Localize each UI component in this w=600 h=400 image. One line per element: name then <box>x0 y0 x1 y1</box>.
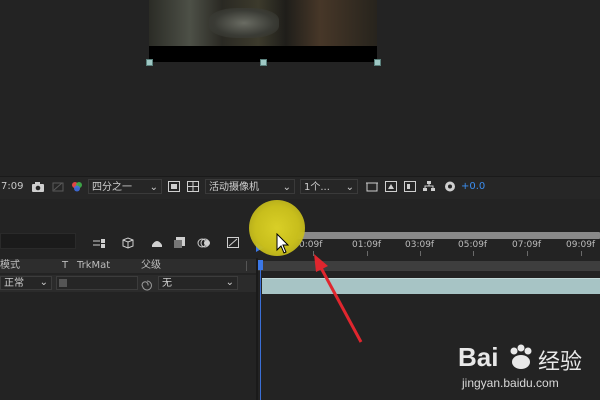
paw-logo-icon <box>510 344 532 369</box>
resolution-value: 四分之一 <box>92 182 132 193</box>
column-separator <box>246 261 247 271</box>
layer-row[interactable]: 正常 ⌄ 无 ⌄ <box>0 275 256 292</box>
ruler-tick <box>420 251 421 256</box>
layer-search-input[interactable] <box>0 233 76 249</box>
blend-mode-value: 正常 <box>4 278 24 289</box>
watermark-brand-suffix: 经验 <box>538 350 583 375</box>
graph-editor-icon[interactable] <box>226 234 240 248</box>
camera-snapshot-icon[interactable] <box>31 180 45 193</box>
parent-dropdown[interactable]: 无 ⌄ <box>158 276 238 290</box>
camera-view-dropdown[interactable]: 活动摄像机 ⌄ <box>205 179 295 194</box>
transform-handle[interactable] <box>374 59 381 66</box>
chevron-down-icon: ⌄ <box>225 277 234 288</box>
chevron-down-icon: ⌄ <box>149 182 158 193</box>
blend-mode-dropdown[interactable]: 正常 ⌄ <box>0 276 52 290</box>
chevron-down-icon: ⌄ <box>345 182 354 193</box>
viewer-toolbar: 7:09 四分之一 ⌄ 活动摄像机 ⌄ 1个... ⌄ +0.0 <box>0 176 600 200</box>
frame-blending-icon[interactable] <box>173 234 187 248</box>
ruler-tick-label: 05:09f <box>458 240 488 250</box>
region-of-interest-icon[interactable] <box>167 180 181 193</box>
pick-whip-icon[interactable] <box>140 277 154 291</box>
layer-column-header: 模式 T TrkMat 父级 <box>0 259 256 273</box>
ruler-tick <box>581 251 582 256</box>
flowchart-icon[interactable] <box>422 180 436 193</box>
current-time-indicator[interactable] <box>260 260 261 400</box>
watermark-brand: Bai <box>458 342 499 372</box>
transform-handle[interactable] <box>260 59 267 66</box>
toggle-pixel-aspect-icon[interactable] <box>365 180 379 193</box>
color-channels-icon[interactable] <box>70 180 84 193</box>
transform-handle[interactable] <box>146 59 153 66</box>
view-layout-dropdown[interactable]: 1个... ⌄ <box>300 179 358 194</box>
ruler-tick <box>527 251 528 256</box>
chevron-down-icon: ⌄ <box>282 182 291 193</box>
reset-exposure-icon[interactable] <box>443 180 457 193</box>
current-time-readout[interactable]: 7:09 <box>1 179 23 195</box>
motion-blur-icon[interactable] <box>197 234 211 248</box>
parent-value: 无 <box>162 278 172 289</box>
transparency-grid-icon[interactable] <box>186 180 200 193</box>
draft-3d-icon[interactable] <box>120 234 134 249</box>
trkmat-swatch <box>59 279 67 287</box>
baidu-jingyan-watermark: Bai 经验 jingyan.baidu.com <box>450 332 600 400</box>
mode-column-label[interactable]: 模式 <box>0 259 20 273</box>
show-snapshot-icon[interactable] <box>51 180 65 193</box>
time-navigator-bar[interactable] <box>258 232 600 239</box>
camera-value: 活动摄像机 <box>209 182 259 193</box>
hide-shy-layers-icon[interactable] <box>150 234 164 247</box>
ruler-tick-label: 03:09f <box>405 240 435 250</box>
ruler-tick-label: 09:09f <box>566 240 596 250</box>
chevron-down-icon: ⌄ <box>39 277 48 288</box>
timeline-icon[interactable] <box>403 180 417 193</box>
composition-mini-flowchart-icon[interactable] <box>92 235 106 248</box>
track-matte-t-label[interactable]: T <box>62 259 68 273</box>
preview-image <box>149 0 377 46</box>
annotation-arrow <box>314 254 363 343</box>
mouse-cursor-icon <box>276 233 290 254</box>
ruler-tick <box>367 251 368 256</box>
current-time-indicator-head[interactable] <box>258 260 263 270</box>
view-layout-value: 1个... <box>304 182 330 193</box>
fast-preview-icon[interactable] <box>384 180 398 193</box>
trkmat-dropdown[interactable] <box>56 276 138 290</box>
watermark-url: jingyan.baidu.com <box>462 376 559 390</box>
ruler-tick <box>473 251 474 256</box>
exposure-value[interactable]: +0.0 <box>461 179 485 195</box>
parent-column-label[interactable]: 父级 <box>141 259 161 273</box>
ruler-tick-label: 07:09f <box>512 240 542 250</box>
trkmat-column-label[interactable]: TrkMat <box>77 259 110 273</box>
resolution-dropdown[interactable]: 四分之一 ⌄ <box>88 179 162 194</box>
panel-divider[interactable] <box>256 258 258 400</box>
